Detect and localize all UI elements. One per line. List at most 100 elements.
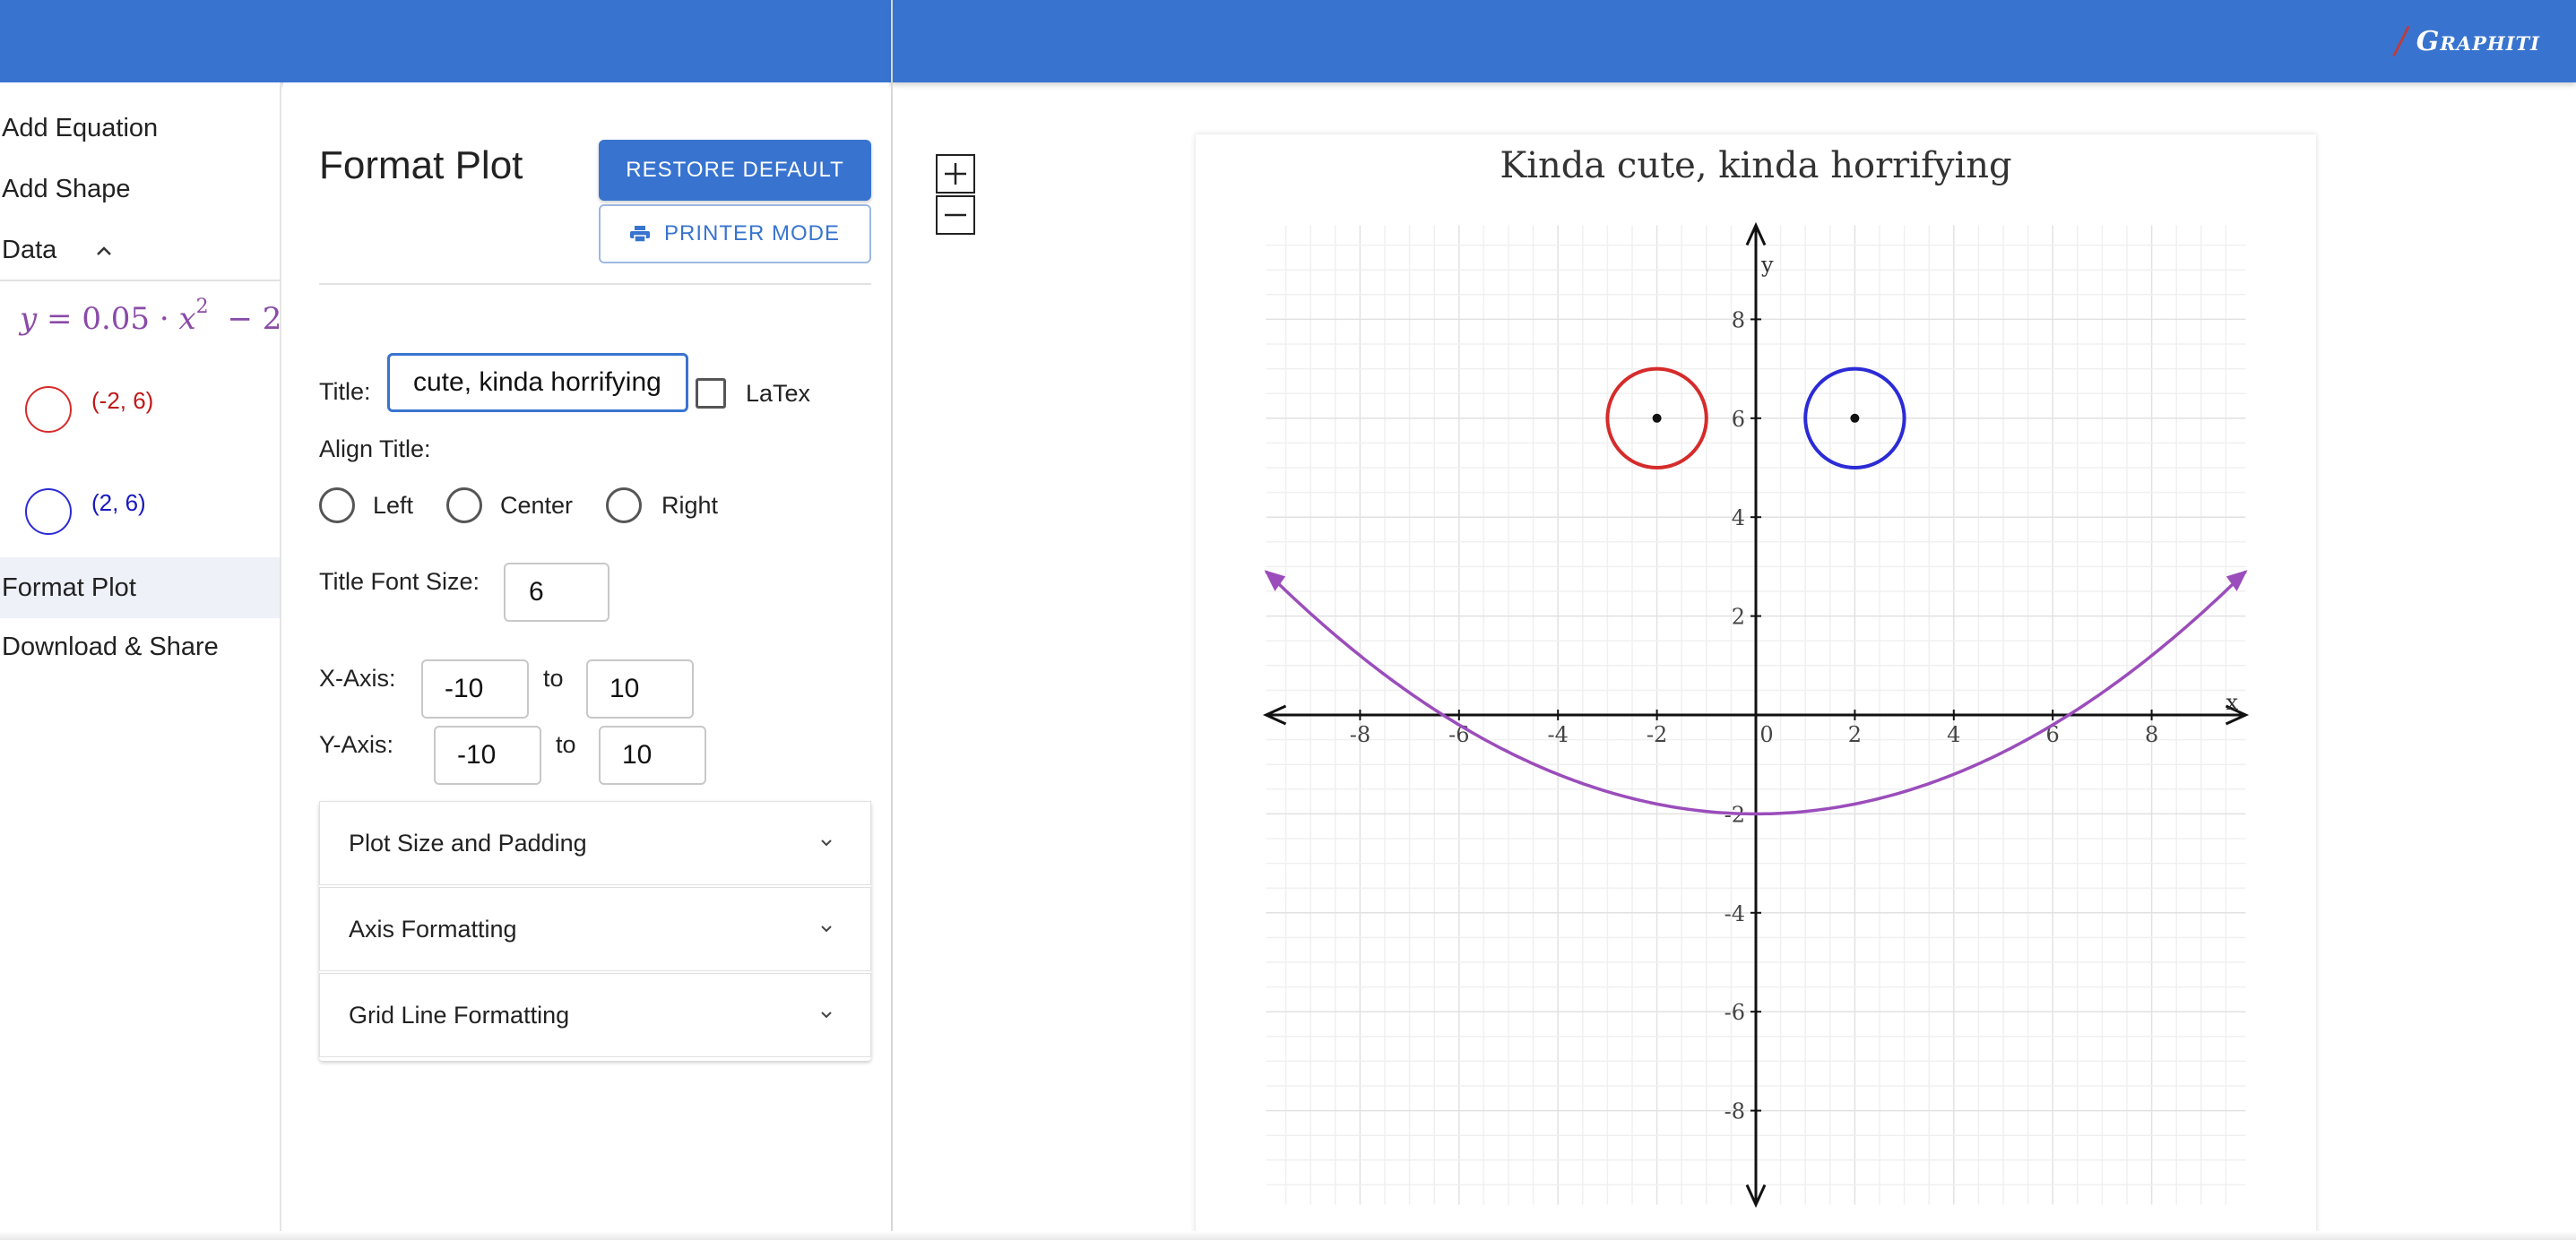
plus-icon: [945, 163, 966, 185]
panel-title: Format Plot: [319, 143, 523, 187]
y-axis-to-label: to: [556, 731, 576, 758]
x-axis-max-value: 10: [609, 674, 640, 703]
eq-exponent: 2: [195, 296, 209, 318]
y-tick-label: -6: [1725, 1000, 1745, 1025]
right-header-bar: / Graphiti: [893, 0, 2576, 82]
nav-add-equation-label: Add Equation: [2, 113, 159, 142]
x-tick-label: 0: [1759, 722, 1773, 747]
latex-checkbox[interactable]: [696, 378, 726, 409]
eq-constant: − 2: [227, 301, 282, 337]
align-right-label: Right: [661, 492, 719, 519]
circle-icon: [25, 488, 72, 535]
shape-label: (-2, 6): [91, 386, 154, 414]
restore-default-button[interactable]: RESTORE DEFAULT: [599, 140, 871, 201]
nav-add-shape[interactable]: Add Shape: [0, 160, 280, 218]
pencil-icon: /: [2395, 21, 2407, 62]
shape-label: (2, 6): [91, 488, 146, 516]
section-label: Axis Formatting: [349, 915, 517, 943]
circle-center-point: [1850, 413, 1860, 423]
brand-name: Graphiti: [2416, 25, 2540, 57]
printer-icon: [629, 226, 650, 242]
x-tick-label: 2: [1848, 722, 1862, 747]
nav-data[interactable]: Data: [0, 221, 280, 279]
y-axis-min-value: -10: [457, 740, 497, 770]
eq-lhs: y: [20, 301, 38, 337]
x-axis-min-input[interactable]: -10: [421, 659, 529, 719]
title-font-size-value: 6: [529, 577, 544, 607]
section-label: Grid Line Formatting: [349, 1001, 570, 1029]
nav-download-share-label: Download & Share: [2, 632, 219, 661]
x-tick-label: -8: [1350, 722, 1370, 747]
minus-icon: [945, 213, 966, 217]
shape-item-red-circle[interactable]: (-2, 6): [25, 384, 153, 435]
align-center-label: Center: [500, 492, 574, 519]
format-plot-panel: Format Plot RESTORE DEFAULT PRINTER MODE…: [283, 82, 889, 1240]
plot-card: Kinda cute, kinda horrifying x y -8 -6 -4 -2 0…: [1196, 134, 2316, 1240]
title-font-size-label: Title Font Size:: [319, 568, 480, 595]
nav-format-plot-label: Format Plot: [2, 573, 136, 602]
title-input-value: cute, kinda horrifying: [413, 367, 661, 397]
y-axis-max-value: 10: [622, 740, 653, 770]
eq-coefficient: 0.05: [82, 301, 151, 337]
title-font-size-input[interactable]: 6: [504, 563, 609, 622]
latex-label: LaTex: [746, 380, 811, 407]
x-axis-label: X-Axis:: [319, 665, 396, 692]
y-axis-label: y: [1760, 253, 1774, 278]
title-label: Title:: [319, 378, 371, 405]
nav-add-equation[interactable]: Add Equation: [0, 99, 280, 157]
zoom-out-button[interactable]: [936, 195, 975, 235]
x-axis-label: x: [2226, 690, 2238, 715]
nav-separator: [0, 280, 280, 281]
y-tick-label: 4: [1732, 505, 1745, 530]
eq-equals: =: [47, 301, 73, 337]
pane-divider[interactable]: [891, 0, 893, 1240]
x-tick-label: -4: [1548, 722, 1569, 747]
circle-icon: [25, 386, 72, 433]
section-axis-formatting[interactable]: Axis Formatting: [319, 887, 871, 971]
restore-default-label: RESTORE DEFAULT: [626, 158, 844, 182]
brand-logo[interactable]: / Graphiti: [2395, 22, 2540, 61]
bottom-edge: [0, 1231, 2576, 1240]
zoom-in-button[interactable]: [936, 154, 975, 194]
x-tick-label: 8: [2145, 722, 2158, 747]
x-axis-min-value: -10: [445, 674, 484, 703]
x-axis-max-input[interactable]: 10: [586, 659, 694, 719]
plot-canvas[interactable]: xy-8 -6 -4 -2 0 2 4 6 8-8-6-4-22468: [1196, 134, 2316, 1240]
x-tick-label: -2: [1647, 722, 1667, 747]
align-title-label: Align Title:: [319, 435, 431, 462]
eq-dot: ·: [159, 301, 169, 337]
section-plot-size-padding[interactable]: Plot Size and Padding: [319, 801, 871, 885]
printer-mode-label: PRINTER MODE: [663, 221, 840, 245]
equation-item[interactable]: y = 0.05 · x2 − 2: [20, 296, 281, 337]
title-input[interactable]: cute, kinda horrifying: [387, 353, 688, 412]
eq-variable: x: [178, 301, 196, 337]
chevron-down-icon: [821, 1012, 832, 1019]
section-grid-line-formatting[interactable]: Grid Line Formatting: [319, 973, 871, 1057]
nav-format-plot[interactable]: Format Plot: [0, 557, 280, 618]
y-tick-label: 6: [1732, 407, 1745, 432]
x-tick-label: 4: [1947, 722, 1960, 747]
printer-mode-button[interactable]: PRINTER MODE: [599, 204, 871, 263]
shape-item-blue-circle[interactable]: (2, 6): [25, 487, 146, 537]
chevron-down-icon: [821, 926, 832, 933]
chevron-down-icon: [821, 840, 832, 847]
circle-center-point: [1652, 413, 1662, 423]
x-axis-to-label: to: [543, 665, 564, 692]
nav-data-label: Data: [2, 235, 57, 264]
align-center-radio[interactable]: [446, 487, 482, 523]
y-axis-label: Y-Axis:: [319, 731, 394, 758]
nav-add-shape-label: Add Shape: [2, 174, 131, 203]
left-header-bar: [0, 0, 891, 82]
sidebar-nav: Add Equation Add Shape Data y = 0.05 · x…: [0, 82, 281, 1240]
panel-divider: [319, 283, 871, 285]
align-left-radio[interactable]: [319, 487, 355, 523]
chevron-up-icon: [96, 238, 112, 262]
align-right-radio[interactable]: [606, 487, 642, 523]
y-tick-label: -4: [1725, 901, 1745, 926]
y-axis-max-input[interactable]: 10: [599, 726, 706, 785]
y-axis-min-input[interactable]: -10: [434, 726, 541, 785]
y-tick-label: -8: [1725, 1099, 1745, 1124]
nav-download-share[interactable]: Download & Share: [0, 618, 280, 676]
section-label: Plot Size and Padding: [349, 829, 587, 857]
align-left-label: Left: [373, 492, 414, 519]
